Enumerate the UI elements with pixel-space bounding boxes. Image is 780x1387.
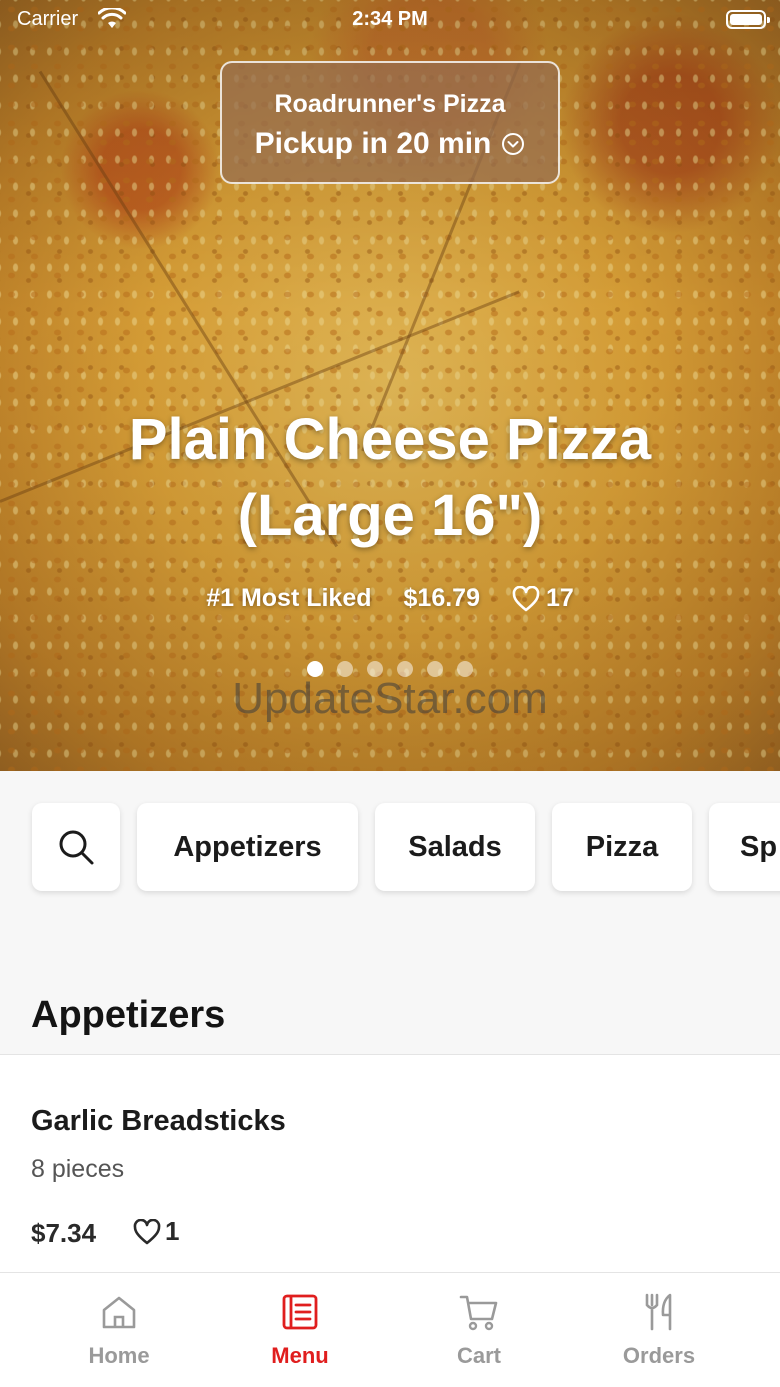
search-button[interactable]	[32, 803, 120, 891]
tab-cart[interactable]: Cart	[399, 1291, 559, 1369]
tab-home[interactable]: Home	[39, 1291, 199, 1369]
tab-label: Home	[88, 1343, 150, 1368]
heart-icon	[512, 585, 540, 611]
restaurant-name: Roadrunner's Pizza	[274, 90, 506, 118]
category-chip-salads[interactable]: Salads	[375, 803, 535, 891]
tab-bar: Home Menu Cart Orders	[0, 1272, 780, 1387]
menu-item-likes[interactable]: 1	[133, 1216, 179, 1247]
tab-label: Orders	[622, 1343, 696, 1368]
orders-icon	[645, 1293, 672, 1331]
featured-badge: #1 Most Liked	[206, 584, 372, 612]
category-chip-sp[interactable]: Sp	[709, 803, 780, 891]
battery-icon	[726, 10, 770, 29]
chevron-down-circle-icon	[502, 133, 525, 155]
heart-icon	[133, 1218, 161, 1244]
featured-item-meta: #1 Most Liked $16.79 17	[0, 584, 780, 613]
menu-item-row[interactable]: Garlic Breadsticks 8 pieces $7.34 1	[0, 1054, 780, 1272]
tab-label: Cart	[456, 1343, 501, 1368]
menu-item-price: $7.34	[31, 1218, 97, 1248]
menu-icon	[282, 1294, 318, 1330]
featured-likes: 17	[512, 584, 574, 613]
tab-menu[interactable]: Menu	[220, 1291, 380, 1369]
tab-orders[interactable]: Orders	[579, 1291, 739, 1369]
featured-price: $16.79	[403, 584, 480, 612]
cart-icon	[459, 1295, 498, 1331]
section-title-appetizers: Appetizers	[31, 994, 226, 1036]
pickup-selector-button[interactable]: Roadrunner's Pizza Pickup in 20 min	[220, 61, 560, 184]
watermark: UpdateStar.com	[232, 674, 548, 723]
pickup-time: Pickup in 20 min	[254, 127, 492, 160]
search-icon	[59, 830, 94, 865]
category-chip-pizza[interactable]: Pizza	[552, 803, 692, 891]
menu-item-name: Garlic Breadsticks	[31, 1105, 286, 1137]
menu-item-description: 8 pieces	[31, 1155, 125, 1183]
status-bar: Carrier 2:34 PM	[0, 0, 780, 40]
featured-item-title: Plain Cheese Pizza (Large 16")	[128, 407, 652, 548]
clock: 2:34 PM	[352, 8, 428, 30]
home-icon	[102, 1296, 136, 1329]
featured-hero[interactable]: Carrier 2:34 PM Roadrunner's Pizza Picku…	[0, 0, 780, 771]
tab-label: Menu	[271, 1343, 329, 1368]
category-chip-appetizers[interactable]: Appetizers	[137, 803, 358, 891]
category-scroller[interactable]: Appetizers Salads Pizza Sp	[0, 771, 780, 971]
